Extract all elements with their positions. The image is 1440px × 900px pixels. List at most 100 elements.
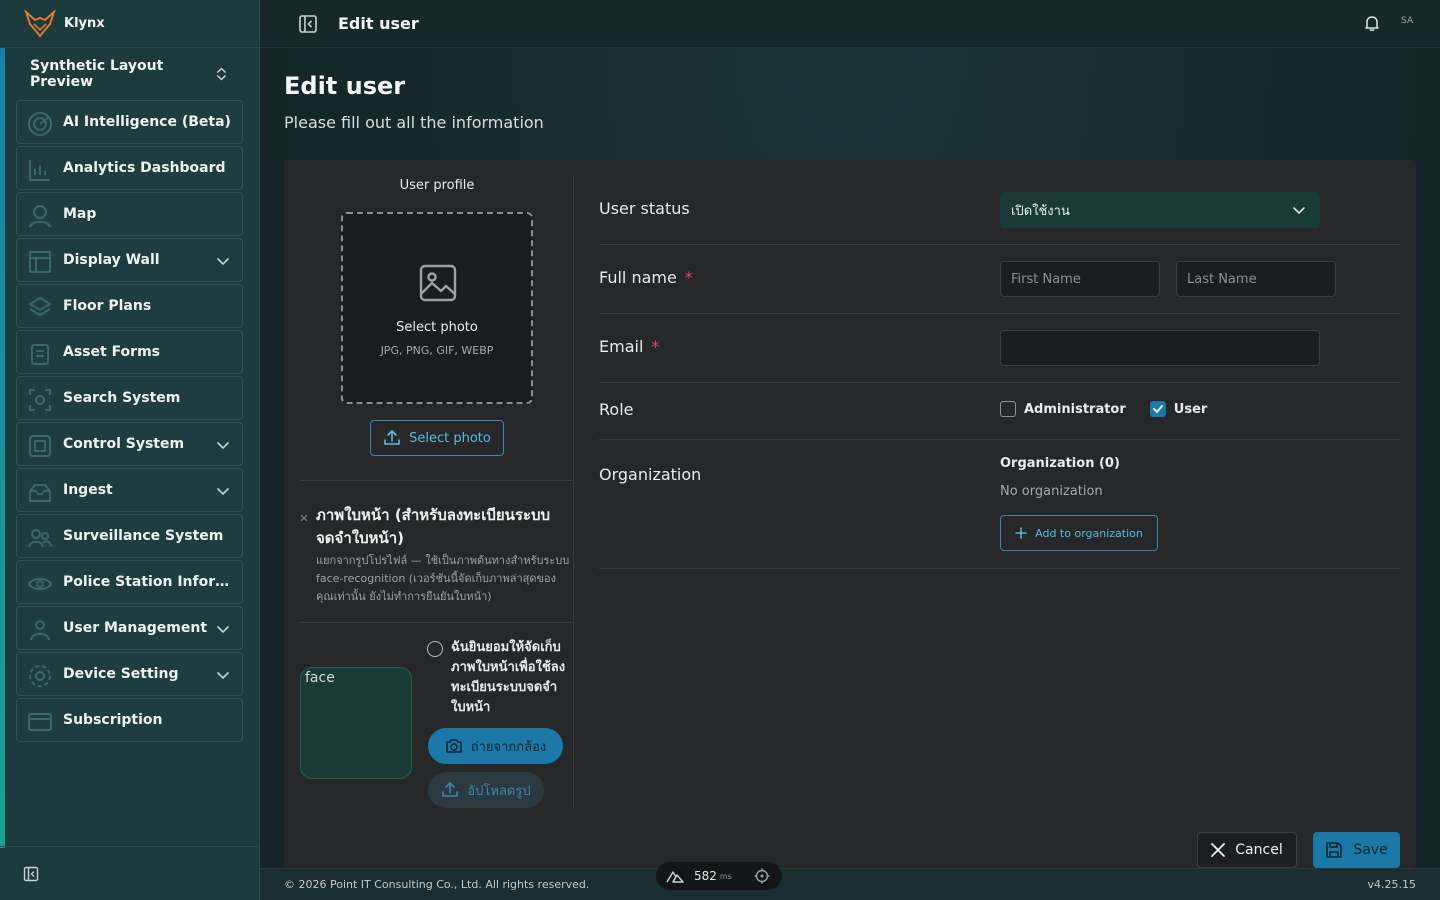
sidebar-item-floor-plans[interactable]: Floor Plans <box>16 284 243 328</box>
user-status-row: User status เปิดใช้งาน <box>599 176 1400 245</box>
organization-label: Organization <box>599 465 702 484</box>
sidebar-item-map[interactable]: Map <box>16 192 243 236</box>
brand-name: Klynx <box>64 16 105 31</box>
select-photo-button[interactable]: Select photo <box>370 420 504 456</box>
user-status-value: เปิดใช้งาน <box>1011 203 1070 219</box>
administrator-label[interactable]: Administrator <box>1024 402 1126 417</box>
sidebar-item-label: Control System <box>63 436 185 452</box>
sidebar-item-search-system[interactable]: Search System <box>16 376 243 420</box>
email-row: Email * <box>599 314 1400 383</box>
user-group-icon <box>30 620 50 641</box>
add-to-organization-button[interactable]: Add to organization <box>1000 515 1158 551</box>
last-name-field[interactable]: Last Name <box>1176 261 1336 297</box>
upload-icon <box>442 782 459 797</box>
brand[interactable]: Klynx <box>0 0 259 48</box>
select-photo-label: Select photo <box>409 430 491 446</box>
sidebar-item-asset-forms[interactable]: Asset Forms <box>16 330 243 374</box>
sidebar-item-analytics-dashboard[interactable]: Analytics Dashboard <box>16 146 243 190</box>
layout-icon <box>29 251 51 273</box>
sidebar-item-label: Display Wall <box>63 252 160 268</box>
chevron-up-down-icon <box>217 67 226 81</box>
sidebar-item-label: Device Setting <box>63 666 179 682</box>
save-button[interactable]: Save <box>1313 832 1400 868</box>
map-pin-icon <box>29 205 51 228</box>
save-label: Save <box>1353 842 1388 858</box>
first-name-field[interactable]: First Name <box>1000 261 1160 297</box>
sidebar-item-label: Ingest <box>63 482 113 498</box>
sidebar-toggle-icon[interactable] <box>298 14 318 34</box>
cancel-label: Cancel <box>1235 842 1283 858</box>
sidebar: Klynx Synthetic Layout Preview AI Intell… <box>0 0 260 900</box>
close-icon[interactable] <box>300 514 308 522</box>
sidebar-item-display-wall[interactable]: Display Wall <box>16 238 243 282</box>
chart-icon <box>29 160 50 181</box>
sidebar-item-ai-intelligence[interactable]: AI Intelligence (Beta) <box>16 100 243 144</box>
consent-label[interactable]: ฉันยินยอมให้จัดเก็บภาพใบหน้าเพื่อใช้ลงทะ… <box>451 638 571 718</box>
control-icon <box>29 435 51 457</box>
sidebar-item-surveillance-system[interactable]: Surveillance System <box>16 514 243 558</box>
card-icon <box>28 713 52 731</box>
dropzone-file-types: JPG, PNG, GIF, WEBP <box>380 344 494 357</box>
organization-empty-text: No organization <box>1000 484 1103 499</box>
sidebar-nav: AI Intelligence (Beta) Analytics Dashboa… <box>16 100 243 744</box>
user-checkbox[interactable] <box>1149 401 1166 417</box>
sidebar-item-ingest[interactable]: Ingest <box>16 468 243 512</box>
full-name-row: Full name * First Name Last Name <box>599 245 1400 314</box>
sidebar-item-label: AI Intelligence (Beta) <box>63 114 231 130</box>
chevron-down-icon <box>217 672 229 680</box>
sidebar-item-label: Floor Plans <box>63 298 152 314</box>
eye-icon <box>27 577 53 591</box>
chevron-down-icon <box>217 442 229 450</box>
organization-count: Organization (0) <box>1000 456 1120 471</box>
email-label: Email * <box>599 337 660 356</box>
perf-indicator[interactable]: 582 ms <box>656 862 782 890</box>
perf-unit: ms <box>719 871 732 881</box>
collapse-sidebar-icon[interactable] <box>23 866 39 882</box>
face-image-alt: face <box>305 670 335 686</box>
user-profile-label: User profile <box>399 178 475 193</box>
header-title: Edit user <box>338 14 419 33</box>
chevron-down-icon <box>217 258 229 266</box>
copyright-text: © 2026 Point IT Consulting Co., Ltd. All… <box>284 878 590 891</box>
gear-icon <box>29 665 51 687</box>
main-content: Edit user Please fill out all the inform… <box>260 48 1440 868</box>
image-icon <box>419 264 457 302</box>
sidebar-item-label: Analytics Dashboard <box>63 160 226 176</box>
user-label[interactable]: User <box>1174 402 1208 417</box>
photo-dropzone[interactable]: Select photo JPG, PNG, GIF, WEBP <box>341 212 533 404</box>
sidebar-item-label: Search System <box>63 390 181 406</box>
sidebar-item-control-system[interactable]: Control System <box>16 422 243 466</box>
fox-logo-icon <box>24 9 56 38</box>
upload-icon <box>384 430 400 445</box>
avatar[interactable]: SA <box>1401 16 1413 26</box>
consent-checkbox[interactable] <box>427 641 443 657</box>
chevron-down-icon <box>1293 207 1305 215</box>
workspace-switcher[interactable]: Synthetic Layout Preview <box>16 58 242 90</box>
cancel-button[interactable]: Cancel <box>1197 832 1297 868</box>
administrator-checkbox[interactable] <box>1000 401 1016 417</box>
sidebar-item-user-management[interactable]: User Management <box>16 606 243 650</box>
required-marker: * <box>651 337 660 356</box>
bell-icon[interactable] <box>1363 14 1381 32</box>
capture-camera-label: ถ่ายจากกล้อง <box>470 739 547 755</box>
role-row: Role Administrator User <box>599 383 1400 440</box>
capture-camera-button[interactable]: ถ่ายจากกล้อง <box>428 728 563 764</box>
users-icon <box>28 529 52 548</box>
nuxt-logo-icon <box>666 871 684 883</box>
user-status-select[interactable]: เปิดใช้งาน <box>1000 192 1320 228</box>
footer: © 2026 Point IT Consulting Co., Ltd. All… <box>260 868 1440 900</box>
sidebar-item-label: Map <box>63 206 97 222</box>
upload-face-label: อัปโหลดรูป <box>467 783 531 799</box>
sidebar-item-device-setting[interactable]: Device Setting <box>16 652 243 696</box>
chevron-down-icon <box>217 626 229 634</box>
camera-icon <box>445 739 462 753</box>
organization-row: Organization Organization (0) No organiz… <box>599 440 1400 569</box>
upload-face-button[interactable]: อัปโหลดรูป <box>428 772 544 808</box>
sidebar-item-police-station[interactable]: Police Station Informati... <box>16 560 243 604</box>
email-field[interactable] <box>1000 330 1320 366</box>
face-section-description: แยกจากรูปโปรไฟล์ — ใช้เป็นภาพต้นทางสำหรั… <box>316 554 570 603</box>
version-text: v4.25.15 <box>1367 878 1417 891</box>
sidebar-item-subscription[interactable]: Subscription <box>16 698 243 742</box>
sidebar-footer <box>0 846 260 900</box>
face-image: face <box>300 667 412 779</box>
